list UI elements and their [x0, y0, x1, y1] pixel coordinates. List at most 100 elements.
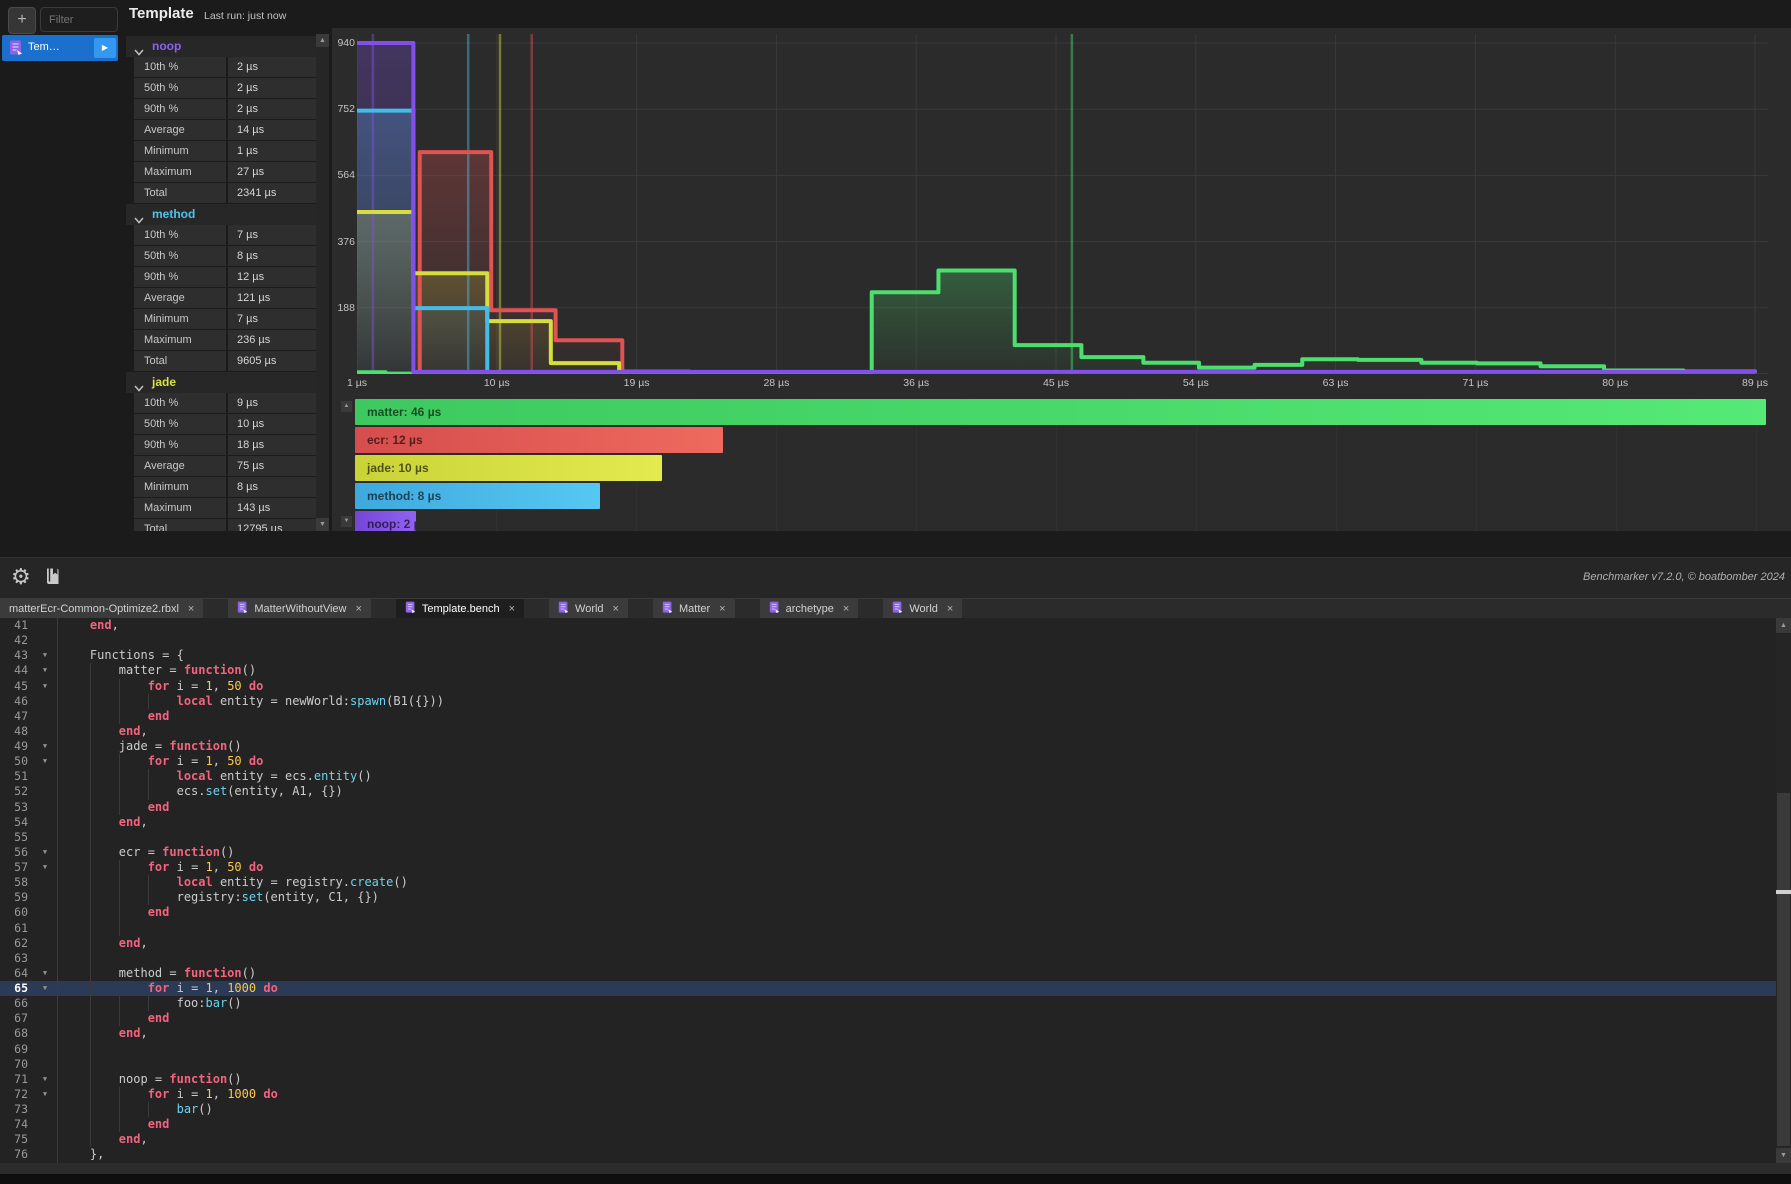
tab-world[interactable]: World× [549, 599, 628, 618]
fold-arrow-icon[interactable]: ▼ [38, 845, 52, 860]
stats-section-header-jade[interactable]: jade [126, 372, 316, 393]
code-line-54[interactable]: 54 end, [0, 815, 1776, 830]
fold-arrow-icon[interactable]: ▼ [38, 739, 52, 754]
code-line-47[interactable]: 47 end [0, 709, 1776, 724]
filter-input[interactable] [40, 7, 118, 32]
code-line-56[interactable]: 56▼ ecr = function() [0, 845, 1776, 860]
legend-bar-label: jade: 10 µs [367, 455, 429, 481]
close-icon[interactable]: × [509, 603, 515, 615]
legend-bar-ecr[interactable]: ecr: 12 µs [355, 427, 723, 453]
code-line-63[interactable]: 63 [0, 951, 1776, 966]
editor-horizontal-scrollbar[interactable] [0, 1163, 1791, 1174]
stat-label: Total [134, 519, 226, 531]
legend-bar-jade[interactable]: jade: 10 µs [355, 455, 662, 481]
stats-row: Maximum236 µs [126, 330, 316, 350]
legend-bar-matter[interactable]: matter: 46 µs [355, 399, 1766, 425]
code-line-76[interactable]: 76 }, [0, 1147, 1776, 1162]
close-icon[interactable]: × [355, 603, 361, 615]
close-icon[interactable]: × [188, 603, 194, 615]
line-number: 58 [0, 875, 28, 890]
settings-gear-icon[interactable]: ⚙ [11, 564, 31, 590]
fold-arrow-icon[interactable]: ▼ [38, 754, 52, 769]
code-line-66[interactable]: 66 foo:bar() [0, 996, 1776, 1011]
code-line-75[interactable]: 75 end, [0, 1132, 1776, 1147]
scrollbar-thumb[interactable] [1777, 793, 1790, 1146]
fold-arrow-icon[interactable]: ▼ [38, 663, 52, 678]
code-line-48[interactable]: 48 end, [0, 724, 1776, 739]
line-number: 64 [0, 966, 28, 981]
code-line-71[interactable]: 71▼ noop = function() [0, 1072, 1776, 1087]
code-line-51[interactable]: 51 local entity = ecs.entity() [0, 769, 1776, 784]
run-benchmark-button[interactable]: ▶ [94, 38, 116, 58]
code-line-43[interactable]: 43▼ Functions = { [0, 648, 1776, 663]
code-line-70[interactable]: 70 [0, 1057, 1776, 1072]
code-line-53[interactable]: 53 end [0, 800, 1776, 815]
code-line-67[interactable]: 67 end [0, 1011, 1776, 1026]
close-icon[interactable]: × [947, 603, 953, 615]
close-icon[interactable]: × [843, 603, 849, 615]
code-text: local entity = ecs.entity() [61, 769, 372, 784]
tab-template-bench[interactable]: Template.bench× [396, 599, 524, 618]
code-line-57[interactable]: 57▼ for i = 1, 50 do [0, 860, 1776, 875]
fold-arrow-icon[interactable]: ▼ [38, 648, 52, 663]
tab-archetype[interactable]: archetype× [760, 599, 859, 618]
code-line-72[interactable]: 72▼ for i = 1, 1000 do [0, 1087, 1776, 1102]
code-line-41[interactable]: 41 end, [0, 618, 1776, 633]
fold-arrow-icon[interactable]: ▼ [38, 981, 52, 996]
scroll-down-icon[interactable]: ▼ [1776, 1148, 1791, 1163]
stats-row: 50th %8 µs [126, 246, 316, 266]
fold-arrow-icon[interactable]: ▼ [38, 1087, 52, 1102]
legend-bar-method[interactable]: method: 8 µs [355, 483, 600, 509]
code-line-68[interactable]: 68 end, [0, 1026, 1776, 1041]
code-line-58[interactable]: 58 local entity = registry.create() [0, 875, 1776, 890]
scroll-down-icon[interactable]: ▼ [341, 516, 352, 527]
stats-row: Average75 µs [126, 456, 316, 476]
code-line-55[interactable]: 55 [0, 830, 1776, 845]
tab-world[interactable]: World× [883, 599, 962, 618]
scroll-up-icon[interactable]: ▲ [1776, 618, 1791, 633]
fold-arrow-icon[interactable]: ▼ [38, 679, 52, 694]
code-text: end, [61, 815, 148, 830]
code-line-42[interactable]: 42 [0, 633, 1776, 648]
tab-matterecr-common-optimize2-rbxl[interactable]: matterEcr-Common-Optimize2.rbxl× [0, 599, 203, 618]
line-number: 47 [0, 709, 28, 724]
legend-scrollbar[interactable]: ▲ ▼ [341, 401, 352, 527]
stats-section-header-noop[interactable]: noop [126, 36, 316, 57]
code-line-73[interactable]: 73 bar() [0, 1102, 1776, 1117]
code-line-74[interactable]: 74 end [0, 1117, 1776, 1132]
tab-matter[interactable]: Matter× [653, 599, 735, 618]
code-line-45[interactable]: 45▼ for i = 1, 50 do [0, 679, 1776, 694]
sidebar-item-template[interactable]: Tem… ▶ [2, 35, 118, 61]
tab-matterwithoutview[interactable]: MatterWithoutView× [228, 599, 371, 618]
code-text: for i = 1, 50 do [61, 860, 263, 875]
fold-arrow-icon[interactable]: ▼ [38, 860, 52, 875]
code-line-46[interactable]: 46 local entity = newWorld:spawn(B1({})) [0, 694, 1776, 709]
scroll-down-icon[interactable]: ▼ [316, 518, 329, 531]
code-line-52[interactable]: 52 ecs.set(entity, A1, {}) [0, 784, 1776, 799]
code-line-61[interactable]: 61 [0, 921, 1776, 936]
x-tick-label: 71 µs [1445, 377, 1505, 389]
stats-section-header-method[interactable]: method [126, 204, 316, 225]
legend-bar-noop[interactable]: noop: 2 µs [355, 511, 416, 531]
code-line-62[interactable]: 62 end, [0, 936, 1776, 951]
code-line-69[interactable]: 69 [0, 1042, 1776, 1057]
docs-book-icon[interactable] [42, 566, 63, 592]
fold-arrow-icon[interactable]: ▼ [38, 1072, 52, 1087]
code-editor[interactable]: 41 end,4243▼ Functions = {44▼ matter = f… [0, 618, 1776, 1163]
code-line-59[interactable]: 59 registry:set(entity, C1, {}) [0, 890, 1776, 905]
code-line-64[interactable]: 64▼ method = function() [0, 966, 1776, 981]
code-line-60[interactable]: 60 end [0, 905, 1776, 920]
close-icon[interactable]: × [613, 603, 619, 615]
fold-arrow-icon[interactable]: ▼ [38, 966, 52, 981]
editor-scrollbar[interactable]: ▲ ▼ [1776, 618, 1791, 1163]
code-text: registry:set(entity, C1, {}) [61, 890, 379, 905]
code-line-44[interactable]: 44▼ matter = function() [0, 663, 1776, 678]
code-line-65[interactable]: 65▼ for i = 1, 1000 do [0, 981, 1776, 996]
code-line-50[interactable]: 50▼ for i = 1, 50 do [0, 754, 1776, 769]
add-benchmark-button[interactable]: + [8, 7, 36, 34]
close-icon[interactable]: × [719, 603, 725, 615]
scroll-up-icon[interactable]: ▲ [341, 401, 352, 412]
code-text: jade = function() [61, 739, 242, 754]
code-text: end, [61, 618, 119, 633]
code-line-49[interactable]: 49▼ jade = function() [0, 739, 1776, 754]
